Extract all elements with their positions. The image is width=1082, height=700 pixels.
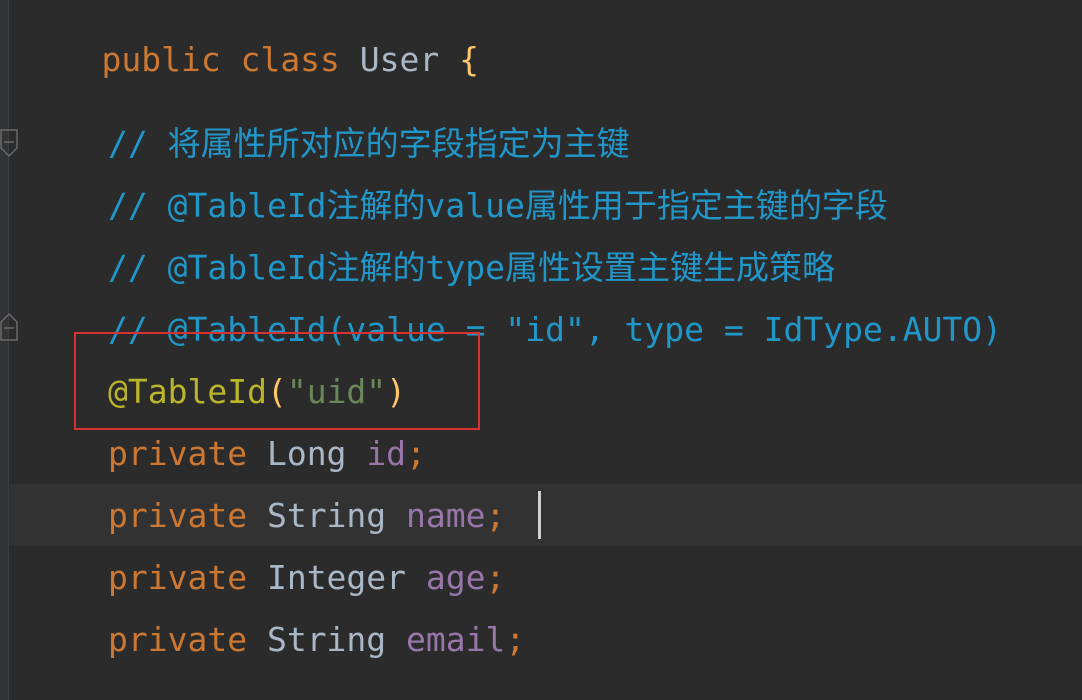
field-type: Long [266, 434, 347, 473]
keyword-private: private [108, 620, 248, 659]
keyword-public: public [101, 40, 221, 79]
text-cursor [538, 491, 541, 539]
field-name: email [406, 620, 506, 659]
field-declaration-line[interactable]: private String name; [108, 496, 505, 558]
keyword-private: private [108, 496, 248, 535]
semicolon: ; [485, 496, 506, 535]
field-declaration-line[interactable]: private Integer age; [108, 558, 505, 620]
class-name: User [359, 40, 440, 79]
comment-line[interactable]: // @TableId注解的value属性用于指定主键的字段 [108, 186, 888, 248]
field-type: String [266, 620, 387, 659]
fold-icon[interactable] [0, 312, 18, 342]
keyword-class: class [240, 40, 340, 79]
field-name: id [366, 434, 407, 473]
keyword-private: private [108, 558, 248, 597]
editor-gutter [0, 0, 9, 700]
comment-line[interactable]: // @TableId注解的type属性设置主键生成策略 [108, 248, 835, 310]
field-name: name [406, 496, 486, 535]
field-type: Integer [266, 558, 407, 597]
field-name: age [425, 558, 486, 597]
code-editor[interactable]: public class User { // 将属性所对应的字段指定为主键 //… [0, 0, 1082, 700]
keyword-private: private [108, 434, 248, 473]
field-declaration-line[interactable]: private Long id; [108, 434, 426, 496]
class-declaration-line[interactable]: public class User { [22, 0, 479, 79]
semicolon: ; [485, 558, 506, 597]
field-declaration-line[interactable]: private String email; [108, 620, 525, 682]
comment-line[interactable]: // 将属性所对应的字段指定为主键 [108, 124, 630, 186]
open-brace: { [459, 40, 480, 79]
fold-icon[interactable] [0, 128, 18, 158]
annotation-highlight-box [74, 332, 480, 430]
semicolon: ; [505, 620, 526, 659]
semicolon: ; [406, 434, 426, 473]
field-type: String [266, 496, 387, 535]
